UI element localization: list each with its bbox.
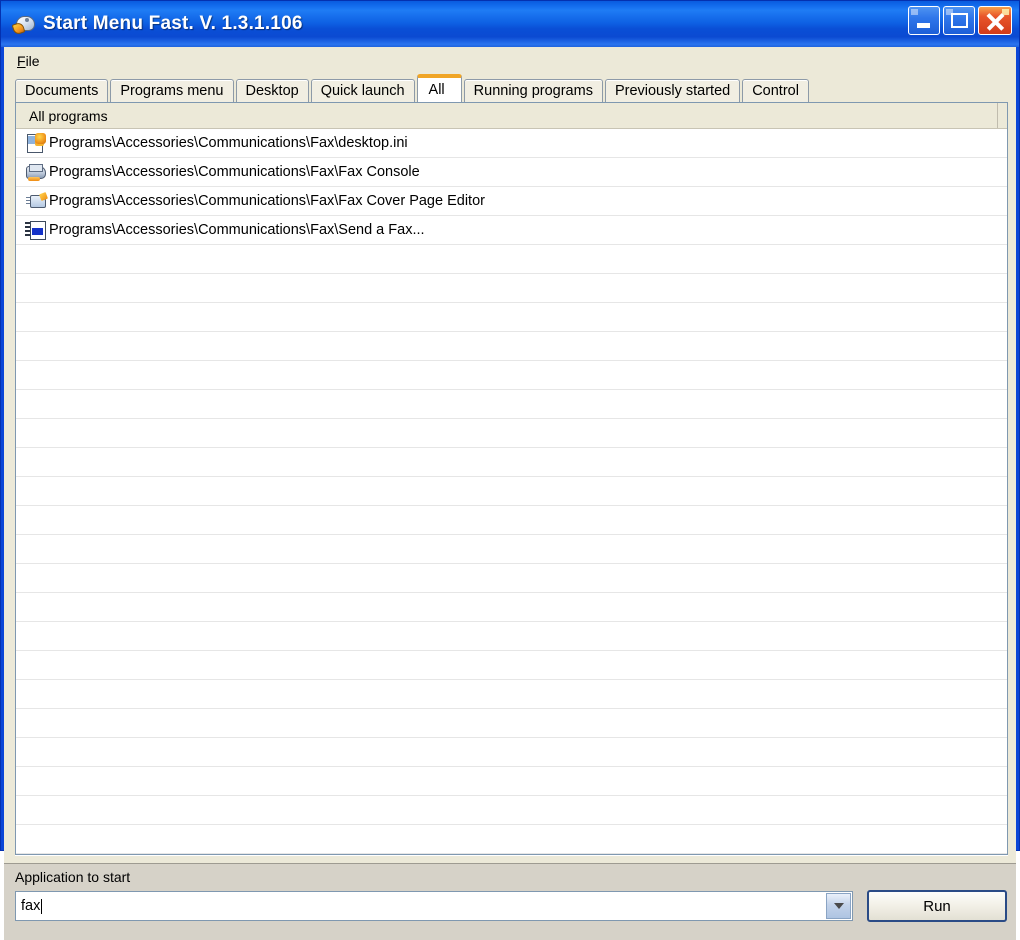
list-item-empty[interactable]: [16, 419, 1007, 448]
window-title: Start Menu Fast. V. 1.3.1.106: [43, 13, 303, 34]
chevron-down-icon[interactable]: [826, 893, 851, 919]
tab-documents-label: Documents: [25, 83, 99, 99]
title-bar: Start Menu Fast. V. 1.3.1.106: [1, 1, 1019, 47]
maximize-button[interactable]: [943, 6, 975, 35]
fax-cover-page-editor-icon: [25, 191, 48, 211]
application-window: Start Menu Fast. V. 1.3.1.106 File Docum…: [0, 0, 1020, 940]
list-item-empty[interactable]: [16, 622, 1007, 651]
list-item-empty[interactable]: [16, 796, 1007, 825]
menu-item-file[interactable]: File: [13, 51, 44, 71]
application-combobox[interactable]: fax: [15, 891, 853, 921]
list-item-empty[interactable]: [16, 245, 1007, 274]
tab-control-label: Control: [752, 83, 799, 99]
list-header: All programs: [16, 103, 1007, 129]
list-item-label: Programs\Accessories\Communications\Fax\…: [49, 222, 425, 238]
tab-strip: Documents Programs menu Desktop Quick la…: [4, 74, 1016, 102]
list-header-all-programs[interactable]: All programs: [16, 103, 998, 128]
list-item-empty[interactable]: [16, 651, 1007, 680]
list-item-empty[interactable]: [16, 303, 1007, 332]
list-item-empty[interactable]: [16, 825, 1007, 854]
menu-item-file-rest: ile: [25, 52, 40, 69]
tab-running-programs[interactable]: Running programs: [463, 79, 603, 102]
tab-previously-started-label: Previously started: [614, 83, 731, 99]
tab-quick-launch[interactable]: Quick launch: [310, 79, 415, 102]
program-list-panel: All programs Programs\Accessories\Commun…: [15, 102, 1008, 855]
close-button[interactable]: [978, 6, 1012, 35]
list-item-empty[interactable]: [16, 448, 1007, 477]
tab-control[interactable]: Control: [742, 79, 809, 102]
application-input-value[interactable]: fax: [16, 898, 40, 914]
empty-rows-container: [16, 245, 1007, 854]
list-item-empty[interactable]: [16, 767, 1007, 796]
list-body[interactable]: Programs\Accessories\Communications\Fax\…: [16, 129, 1007, 854]
list-item[interactable]: Programs\Accessories\Communications\Fax\…: [16, 216, 1007, 245]
tab-previously-started[interactable]: Previously started: [604, 79, 741, 102]
list-item-empty[interactable]: [16, 506, 1007, 535]
tab-desktop[interactable]: Desktop: [235, 79, 309, 102]
tab-all-label: All: [428, 82, 445, 98]
tab-desktop-label: Desktop: [245, 83, 299, 99]
panel-divider: [15, 855, 1008, 863]
tab-programs-menu-label: Programs menu: [120, 83, 224, 99]
list-item-empty[interactable]: [16, 709, 1007, 738]
tab-running-programs-label: Running programs: [473, 83, 593, 99]
list-item[interactable]: Programs\Accessories\Communications\Fax\…: [16, 187, 1007, 216]
app-icon: [11, 12, 37, 36]
list-item-empty[interactable]: [16, 390, 1007, 419]
list-item-empty[interactable]: [16, 361, 1007, 390]
list-item[interactable]: Programs\Accessories\Communications\Fax\…: [16, 129, 1007, 158]
application-to-start-label: Application to start: [15, 869, 131, 885]
client-area: File Documents Programs menu Desktop Qui…: [4, 47, 1016, 940]
list-item-empty[interactable]: [16, 738, 1007, 767]
list-item-empty[interactable]: [16, 593, 1007, 622]
list-item-label: Programs\Accessories\Communications\Fax\…: [49, 135, 408, 151]
tab-quick-launch-label: Quick launch: [320, 83, 405, 99]
bottom-panel: Application to start fax Run: [4, 863, 1016, 940]
tab-programs-menu[interactable]: Programs menu: [110, 79, 234, 102]
window-controls: [908, 6, 1012, 35]
list-item-empty[interactable]: [16, 477, 1007, 506]
list-item-empty[interactable]: [16, 564, 1007, 593]
minimize-button[interactable]: [908, 6, 940, 35]
tab-documents[interactable]: Documents: [15, 79, 109, 102]
fax-console-icon: [25, 162, 47, 182]
run-button[interactable]: Run: [867, 890, 1007, 922]
list-item-label: Programs\Accessories\Communications\Fax\…: [49, 193, 485, 209]
bottom-row: fax Run: [15, 890, 1007, 922]
list-item-empty[interactable]: [16, 680, 1007, 709]
list-item-empty[interactable]: [16, 332, 1007, 361]
ini-file-icon: [25, 133, 47, 153]
tab-all[interactable]: All: [416, 74, 462, 102]
list-item-label: Programs\Accessories\Communications\Fax\…: [49, 164, 420, 180]
list-item[interactable]: Programs\Accessories\Communications\Fax\…: [16, 158, 1007, 187]
send-a-fax-icon: [25, 220, 47, 240]
text-caret: [41, 898, 43, 914]
list-item-empty[interactable]: [16, 274, 1007, 303]
menu-bar: File: [4, 47, 1016, 74]
list-item-empty[interactable]: [16, 535, 1007, 564]
